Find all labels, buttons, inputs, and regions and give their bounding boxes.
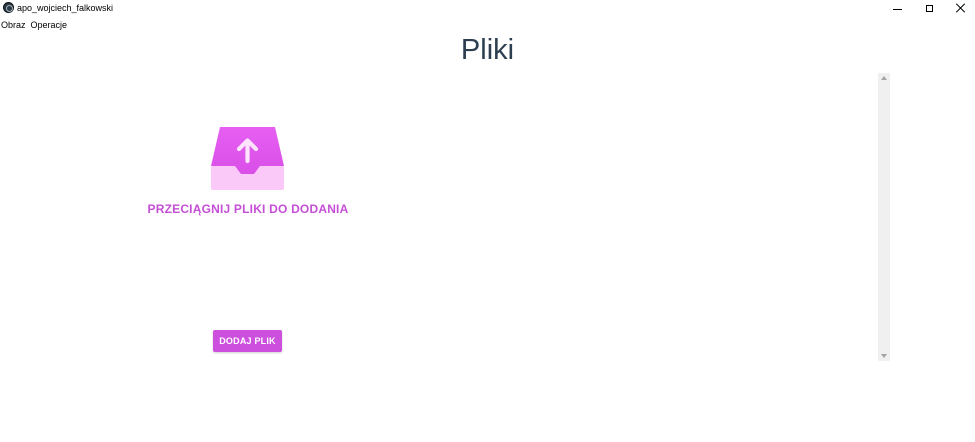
- close-button[interactable]: [944, 0, 975, 16]
- upload-tray-icon: [211, 127, 284, 190]
- menu-operacje[interactable]: Operacje: [30, 18, 70, 32]
- scroll-down-button[interactable]: [878, 351, 890, 361]
- maximize-icon: [925, 4, 933, 12]
- scroll-up-arrow-icon: [881, 76, 887, 80]
- scroll-up-button[interactable]: [878, 73, 890, 83]
- scroll-down-arrow-icon: [881, 354, 887, 358]
- page-title: Pliki: [460, 34, 515, 66]
- dropzone-label: PRZECIĄGNIJ PLIKI DO DODANIA: [147, 202, 349, 216]
- add-file-button[interactable]: DODAJ PLIK: [213, 330, 282, 352]
- app-window: apo_wojciech_falkowski Obraz Operacje Pl…: [0, 0, 975, 442]
- close-icon: [956, 3, 966, 13]
- maximize-button[interactable]: [912, 0, 946, 16]
- file-dropzone[interactable]: PRZECIĄGNIJ PLIKI DO DODANIA: [130, 118, 366, 228]
- menu-bar: Obraz Operacje: [0, 18, 71, 32]
- app-logo-icon: [3, 2, 14, 13]
- title-bar[interactable]: apo_wojciech_falkowski: [0, 0, 975, 16]
- menu-obraz[interactable]: Obraz: [0, 18, 28, 32]
- window-title: apo_wojciech_falkowski: [17, 3, 114, 13]
- minimize-icon: [892, 8, 902, 10]
- minimize-button[interactable]: [880, 0, 914, 16]
- vertical-scrollbar[interactable]: [878, 73, 890, 361]
